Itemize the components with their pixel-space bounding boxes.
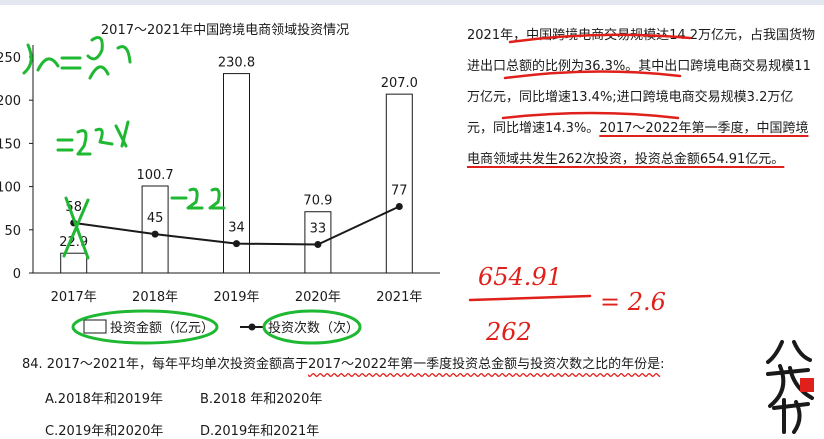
legend-swatch-bar — [83, 319, 107, 334]
line-value-label: 34 — [228, 221, 245, 236]
y-tick-label: 200 — [0, 94, 21, 109]
bar — [60, 252, 88, 274]
red-fraction-line — [468, 294, 592, 302]
x-tick-label: 2020年 — [295, 290, 341, 305]
brand-logo — [766, 340, 814, 434]
question-84: 84. 2017～2021年，每年平均单次投资金额高于2017～2022年第一季… — [22, 353, 665, 372]
x-tick-label: 2019年 — [213, 290, 259, 305]
legend-swatch-dot — [248, 323, 256, 331]
line-value-label: 77 — [391, 183, 408, 198]
line-value-label: 45 — [147, 211, 164, 226]
x-tick-label: 2018年 — [132, 290, 178, 305]
bar-value-label: 22.9 — [59, 235, 88, 250]
bar-value-label: 230.8 — [218, 56, 255, 71]
bar-value-label: 100.7 — [136, 168, 173, 183]
x-tick-label: 2021年 — [376, 290, 422, 305]
bar-value-label: 70.9 — [303, 194, 332, 209]
handwriting-denominator: 262 — [485, 318, 532, 346]
question-prefix: 84. 2017～2021年，每年平均单次投资金额高于 — [22, 357, 308, 372]
investment-chart: 2017～2021年中国跨境电商领域投资情况 0 50 100 150 200 250 20… — [0, 22, 440, 336]
chart-title: 2017～2021年中国跨境电商领域投资情况 — [101, 22, 349, 38]
option-a[interactable]: A.2018年和2019年 — [45, 388, 163, 407]
line-point — [70, 219, 78, 227]
y-tick-label: 100 — [0, 181, 21, 196]
chart-legend: 投资金额（亿元） 投资次数（次） — [83, 319, 359, 336]
option-c[interactable]: C.2019年和2020年 — [45, 420, 163, 439]
bar-value-label: 207.0 — [381, 76, 418, 91]
y-tick-label: 50 — [4, 224, 21, 239]
passage-text: 2021年，中国跨境电商交易规模达14.2万亿元，占我国货物进出口总额的比例为3… — [467, 20, 817, 175]
line-value-label: 58 — [65, 200, 82, 215]
line-point — [151, 230, 159, 238]
handwriting-numerator: 654.91 — [478, 263, 562, 291]
y-tick-label: 250 — [0, 51, 21, 66]
passage-body: 2021年，中国跨境电商交易规模达14.2万亿元，占我国货物进出口总额的比例为3… — [467, 28, 816, 136]
handwriting-result: = 2.6 — [600, 288, 666, 316]
question-suffix: : — [660, 357, 665, 372]
line-point — [314, 240, 322, 248]
option-b[interactable]: B.2018 年和2020年 — [200, 388, 322, 407]
legend-label-amount: 投资金额（亿元） — [110, 320, 214, 336]
x-tick-label: 2017年 — [51, 290, 97, 305]
bar — [141, 185, 169, 274]
line-value-label: 33 — [310, 221, 327, 236]
y-tick-label: 150 — [0, 137, 21, 152]
legend-label-count: 投资次数（次） — [268, 320, 359, 336]
line-point — [395, 202, 403, 210]
line-point — [233, 240, 240, 248]
question-highlight: 2017～2022年第一季度投资总金额与投资次数之比的年份是 — [307, 357, 661, 372]
y-tick-label: 0 — [13, 267, 21, 282]
option-d[interactable]: D.2019年和2021年 — [200, 420, 319, 439]
